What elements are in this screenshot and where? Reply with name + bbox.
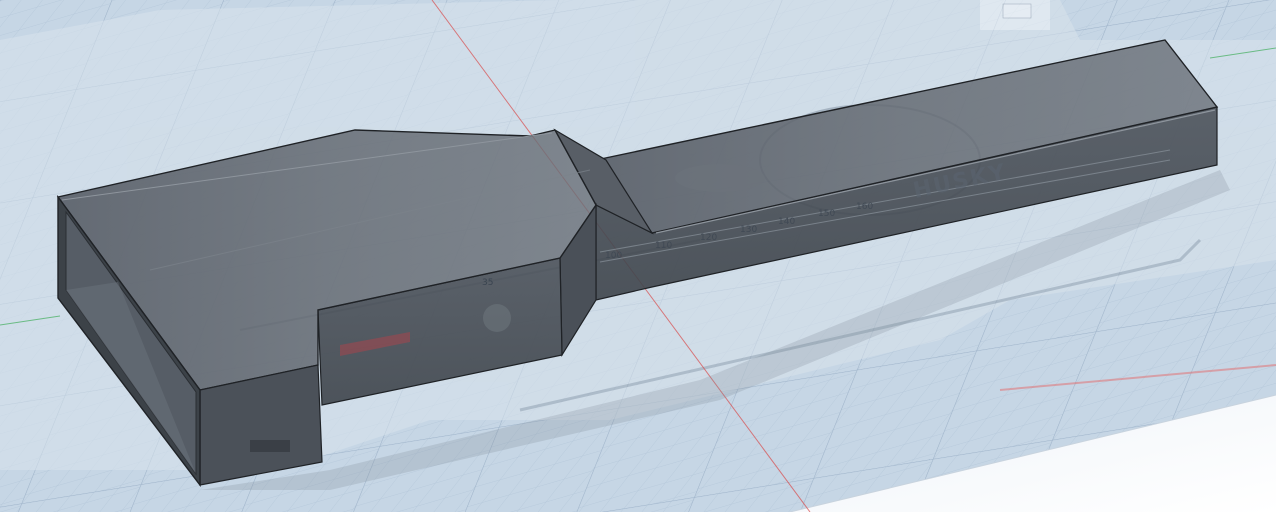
ruler-label-100: 100 [605,251,622,261]
ruler-label-160: 160 [856,202,873,212]
ruler-label-140: 140 [778,217,795,227]
viewport-canvas[interactable]: 100 110 120 130 140 150 160 HUSKY 35 [0,0,1276,512]
ruler-label-150: 150 [818,209,835,219]
ruler-label-110: 110 [655,241,672,251]
ruler-label-120: 120 [700,233,717,243]
3d-viewport[interactable]: 100 110 120 130 140 150 160 HUSKY 35 [0,0,1276,512]
ruler-label-130: 130 [740,225,757,235]
ruler-label-35: 35 [482,278,493,288]
